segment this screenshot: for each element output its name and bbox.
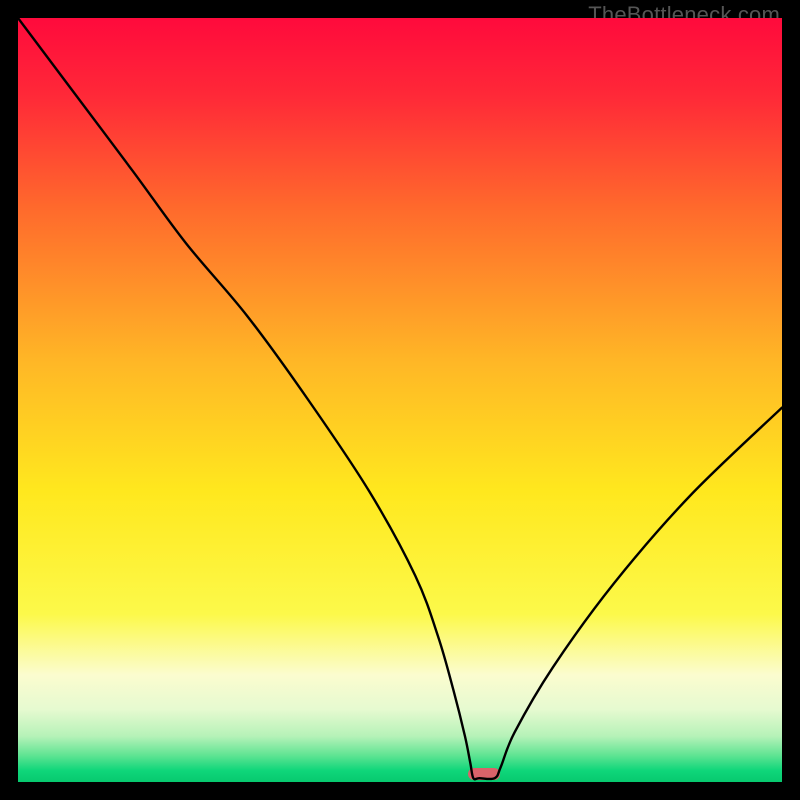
chart-svg <box>18 18 782 782</box>
gradient-background <box>18 18 782 782</box>
chart-plot-area <box>18 18 782 782</box>
chart-frame: TheBottleneck.com <box>0 0 800 800</box>
